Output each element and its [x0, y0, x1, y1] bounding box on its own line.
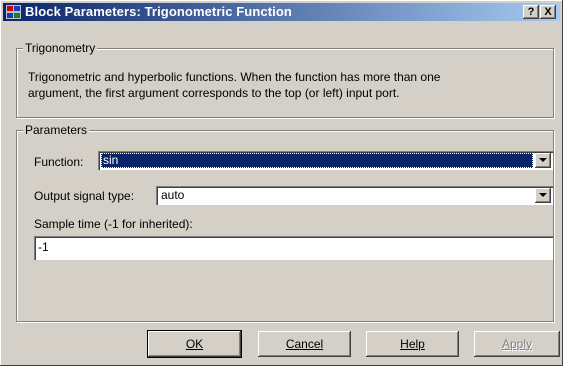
function-dropdown[interactable]: sin	[98, 151, 553, 170]
ok-button[interactable]: OK	[148, 331, 241, 357]
description-line-1: Trigonometric and hyperbolic functions. …	[28, 70, 441, 84]
help-button[interactable]: Help	[366, 331, 459, 357]
function-dropdown-value: sin	[101, 153, 533, 168]
ok-button-label: OK	[185, 337, 204, 351]
block-parameters-dialog: Block Parameters: Trigonometric Function…	[0, 0, 563, 366]
title-bar[interactable]: Block Parameters: Trigonometric Function…	[3, 3, 560, 21]
cancel-button-label: Cancel	[285, 337, 324, 351]
sample-time-field[interactable]: -1	[34, 236, 553, 260]
sample-time-label: Sample time (-1 for inherited):	[34, 217, 193, 231]
parameters-legend: Parameters	[23, 123, 90, 137]
simulink-block-icon	[6, 5, 21, 19]
help-icon: ?	[527, 6, 535, 18]
help-button-label: Help	[400, 337, 425, 351]
help-title-button[interactable]: ?	[523, 5, 539, 19]
close-title-button[interactable]: X	[540, 5, 556, 19]
sample-time-value: -1	[38, 240, 49, 254]
cancel-button[interactable]: Cancel	[258, 331, 351, 357]
output-signal-type-label: Output signal type:	[34, 189, 135, 203]
apply-button[interactable]: Apply	[474, 331, 560, 357]
chevron-down-icon[interactable]	[535, 188, 551, 203]
trigonometry-legend: Trigonometry	[23, 41, 98, 55]
close-icon: X	[544, 6, 552, 18]
output-signal-type-value: auto	[161, 188, 185, 202]
trigonometry-description: Trigonometric and hyperbolic functions. …	[28, 69, 528, 101]
window-title: Block Parameters: Trigonometric Function	[25, 4, 292, 19]
chevron-down-icon[interactable]	[535, 153, 551, 168]
description-line-2: argument, the first argument corresponds…	[28, 86, 400, 100]
output-signal-type-dropdown[interactable]: auto	[156, 186, 553, 205]
function-label: Function:	[34, 155, 84, 169]
apply-button-label: Apply	[501, 337, 533, 351]
